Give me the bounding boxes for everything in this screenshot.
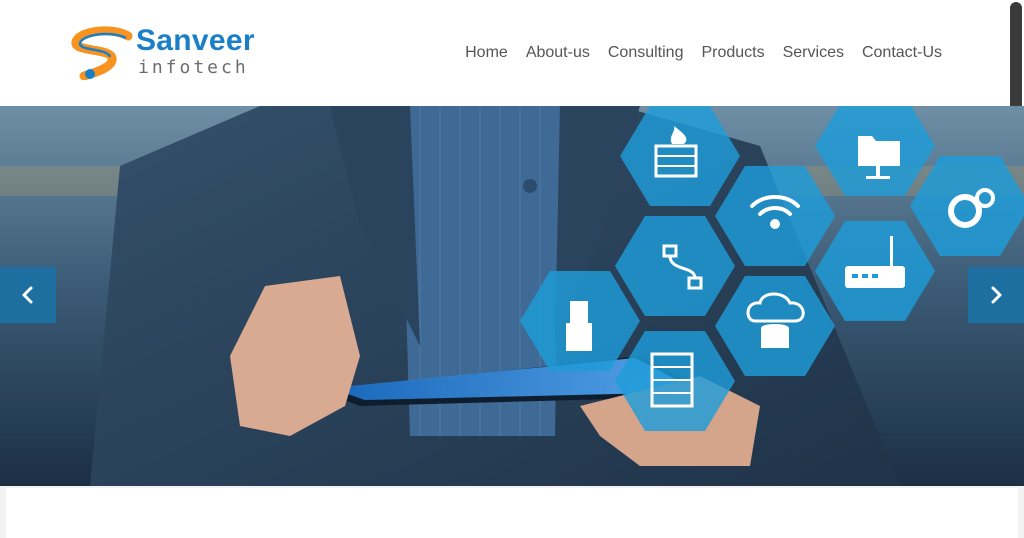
- nav-home[interactable]: Home: [465, 44, 508, 62]
- nav-about-us[interactable]: About-us: [526, 44, 590, 62]
- brand-name: Sanveer: [136, 24, 255, 57]
- site-header: Sanveer infotech Home About-us Consultin…: [0, 0, 1024, 148]
- slider-next-button[interactable]: [968, 267, 1024, 323]
- nav-products[interactable]: Products: [701, 44, 764, 62]
- brand-tagline: infotech: [138, 57, 249, 78]
- content-section: [6, 488, 1018, 538]
- scrollbar-track[interactable]: [1008, 0, 1024, 148]
- nav-consulting[interactable]: Consulting: [608, 44, 684, 62]
- nav-services[interactable]: Services: [783, 44, 844, 62]
- chevron-right-icon: [991, 286, 1002, 304]
- logo-swoosh-icon: [71, 26, 133, 80]
- chevron-left-icon: [22, 286, 33, 304]
- slider-prev-button[interactable]: [0, 267, 56, 323]
- hero-image: [0, 106, 1024, 486]
- nav-contact-us[interactable]: Contact-Us: [862, 44, 942, 62]
- hero-slider: [0, 106, 1024, 486]
- brand-logo[interactable]: Sanveer infotech: [70, 24, 270, 80]
- main-nav: Home About-us Consulting Products Servic…: [465, 44, 942, 62]
